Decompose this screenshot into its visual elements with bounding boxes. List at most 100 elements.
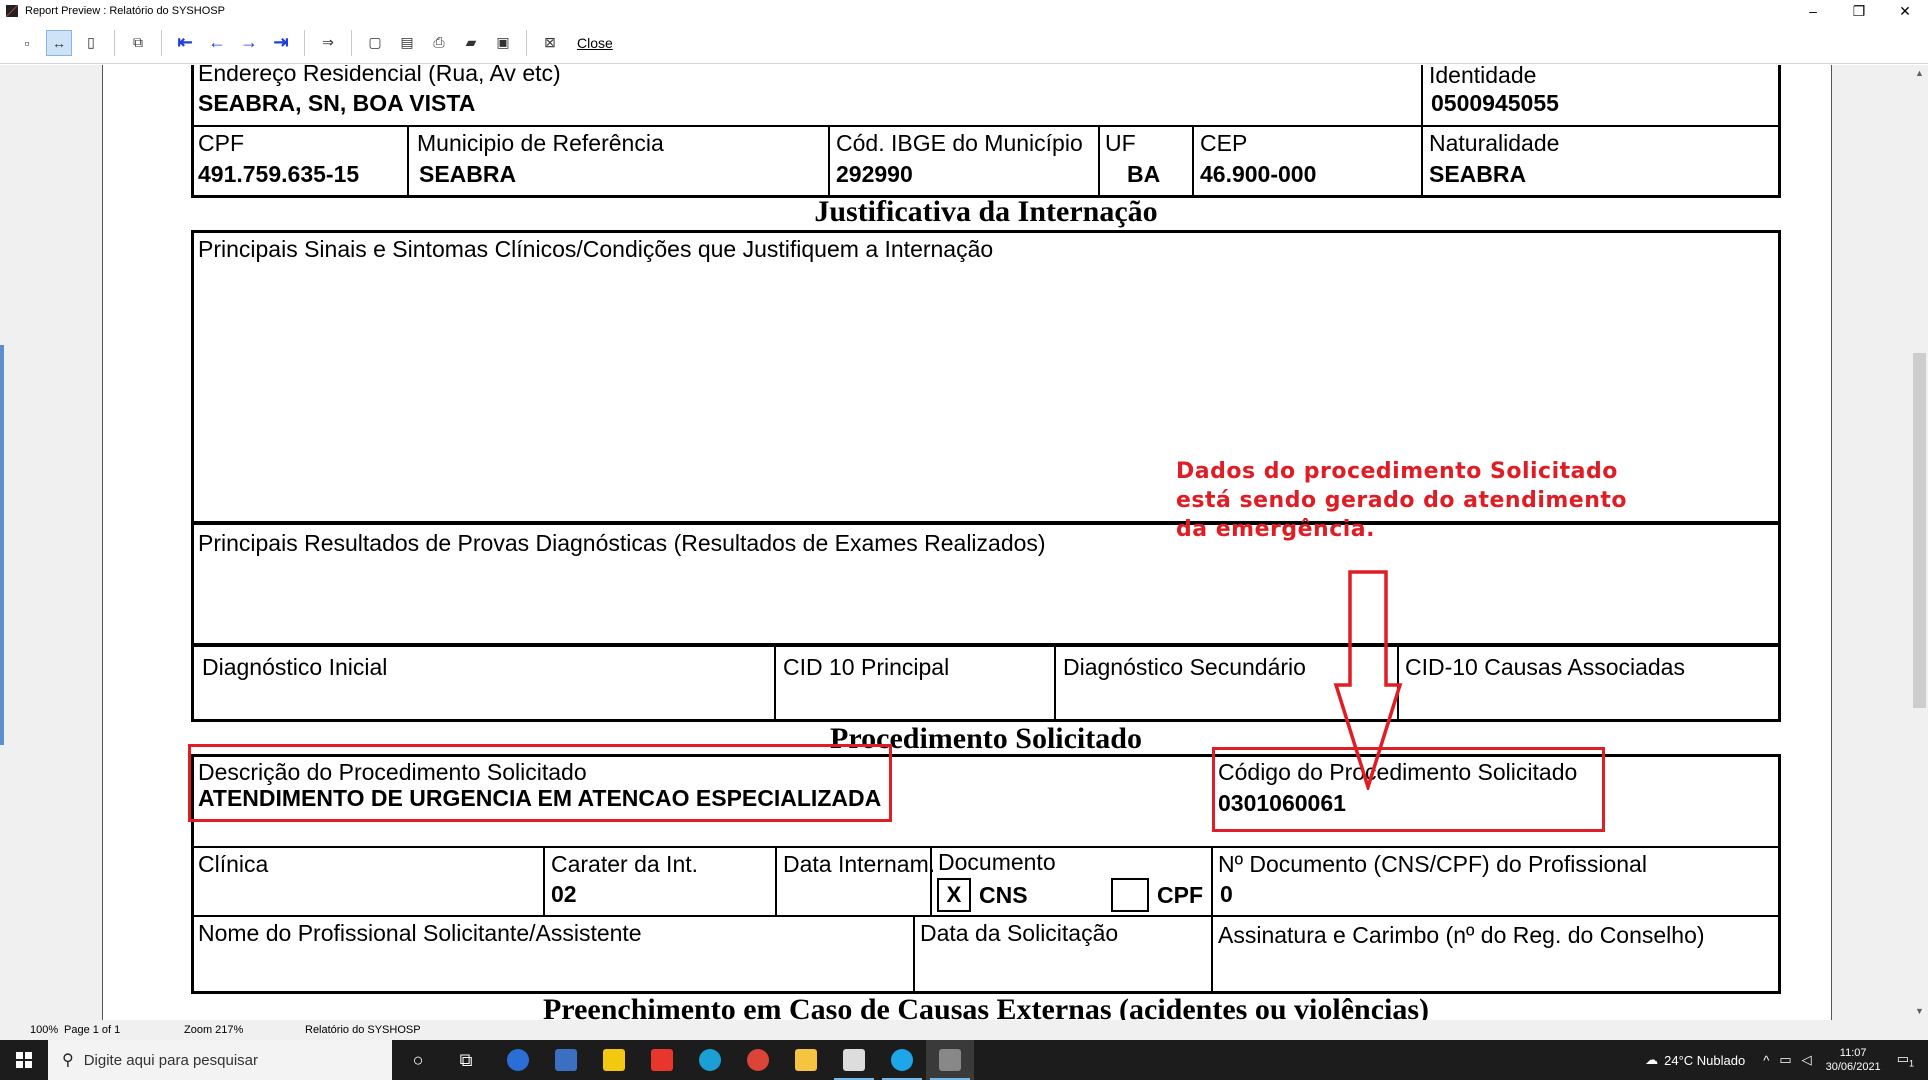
identidade-value: 0500945055: [1431, 90, 1559, 116]
restore-button[interactable]: ❐: [1836, 0, 1882, 22]
status-bar: 100% Page 1 of 1 Zoom 217% Relatório do …: [0, 1020, 1928, 1040]
highlight-descricao: [188, 744, 892, 822]
documento-label: Documento: [938, 849, 1056, 875]
start-button[interactable]: [0, 1040, 48, 1080]
naturalidade-value: SEABRA: [1429, 161, 1527, 187]
cortana-icon[interactable]: ○: [394, 1040, 442, 1080]
network-icon[interactable]: ▭: [1779, 1052, 1791, 1068]
window-controls: – ❐ ✕: [1790, 0, 1928, 22]
next-page-icon[interactable]: →: [236, 30, 262, 56]
close-button[interactable]: Close: [577, 35, 613, 51]
minimize-button[interactable]: –: [1790, 0, 1836, 22]
search-icon: ⚲: [62, 1052, 74, 1069]
endereco-label: Endereço Residencial (Rua, Av etc): [198, 65, 561, 86]
sinais-label: Principais Sinais e Sintomas Clínicos/Co…: [198, 236, 994, 262]
clock[interactable]: 11:07 30/06/2021: [1826, 1046, 1881, 1074]
syshosp-icon[interactable]: [830, 1040, 878, 1080]
scroll-up-icon[interactable]: ▲: [1911, 65, 1928, 82]
carater-value: 02: [551, 881, 577, 907]
status-zoom: Zoom 217%: [184, 1024, 244, 1036]
power-bi-icon[interactable]: [590, 1040, 638, 1080]
highlight-codigo: [1212, 747, 1605, 832]
toolbar-divider: [304, 29, 305, 56]
title-bar: Report Preview : Relatório do SYSHOSP – …: [0, 0, 1928, 22]
edge-icon[interactable]: [686, 1040, 734, 1080]
cpf-label: CPF: [198, 130, 244, 156]
toolbar: ▫ ↔ ▯ ⧉ ⇤ ← → ⇥ ⇒ ▢ ▤ ⎙ ▰ ▣ ⊠ Close: [0, 22, 1928, 64]
clinica-label: Clínica: [198, 851, 269, 877]
open-folder-icon[interactable]: ▰: [458, 30, 484, 56]
data-solicitacao-label: Data da Solicitação: [920, 920, 1119, 946]
notification-count: 1: [1908, 1058, 1914, 1069]
teamviewer-icon[interactable]: [494, 1040, 542, 1080]
print-icon[interactable]: ⎙: [426, 30, 452, 56]
doc-cpf-checkbox: [1111, 878, 1149, 912]
network-app-icon[interactable]: [542, 1040, 590, 1080]
weather-icon[interactable]: ☁: [1645, 1052, 1658, 1068]
annotation-note: Dados do procedimento Solicitado está se…: [1176, 457, 1627, 544]
cid-causas-label: CID-10 Causas Associadas: [1405, 654, 1685, 680]
single-page-icon[interactable]: ▫: [14, 30, 40, 56]
toolbar-divider: [351, 29, 352, 56]
printer-setup-icon[interactable]: ▤: [394, 30, 420, 56]
cpf-value: 491.759.635-15: [198, 161, 360, 187]
doc-cns-checkbox: X: [937, 878, 971, 912]
ibge-value: 292990: [836, 161, 913, 187]
show-hidden-icons-icon[interactable]: ^: [1763, 1053, 1769, 1068]
assinatura-label: Assinatura e Carimbo (nº do Reg. do Cons…: [1218, 922, 1705, 948]
clock-time: 11:07: [1839, 1047, 1867, 1059]
last-page-icon[interactable]: ⇥: [268, 30, 294, 56]
causas-externas-heading: Preenchimento em Caso de Causas Externas…: [542, 993, 1430, 1020]
app-icon: [5, 4, 19, 18]
diag-secundario-label: Diagnóstico Secundário: [1063, 654, 1306, 680]
multi-page-icon[interactable]: ⧉: [125, 30, 151, 56]
municipio-value: SEABRA: [419, 161, 517, 187]
profissional-label: Nome do Profissional Solicitante/Assiste…: [198, 920, 642, 946]
toolbar-divider: [526, 29, 527, 56]
page-width-icon[interactable]: ↔: [46, 29, 72, 56]
municipio-label: Municipio de Referência: [417, 130, 664, 156]
task-view-icon[interactable]: ⧉: [442, 1040, 490, 1080]
notifications-icon[interactable]: ▭1: [1897, 1051, 1914, 1069]
cep-value: 46.900-000: [1200, 161, 1317, 187]
chrome-icon[interactable]: [734, 1040, 782, 1080]
vertical-scrollbar[interactable]: ▲ ▼: [1911, 65, 1928, 1020]
annotation-line-1: Dados do procedimento Solicitado: [1176, 459, 1618, 484]
status-page: Page 1 of 1: [64, 1024, 121, 1036]
doc-cpf-label: CPF: [1157, 882, 1203, 908]
taskbar-search[interactable]: ⚲ Digite aqui para pesquisar: [48, 1040, 392, 1080]
status-zoom-percent: 100%: [30, 1024, 59, 1036]
toolbar-divider: [114, 29, 115, 56]
internet-explorer-icon[interactable]: [878, 1040, 926, 1080]
report-page: Endereço Residencial (Rua, Av etc) SEABR…: [102, 65, 1832, 1020]
new-icon[interactable]: ▢: [362, 30, 388, 56]
annotation-line-2: está sendo gerado do atendimento: [1176, 488, 1628, 513]
window-title: Report Preview : Relatório do SYSHOSP: [25, 5, 225, 17]
cep-label: CEP: [1200, 130, 1248, 156]
report-preview-icon[interactable]: [926, 1040, 974, 1080]
report-viewport[interactable]: Endereço Residencial (Rua, Av etc) SEABR…: [0, 65, 1928, 1020]
weather-text[interactable]: 24°C Nublado: [1664, 1053, 1745, 1068]
down-arrow-icon: [1333, 570, 1403, 790]
goto-page-icon[interactable]: ⇒: [315, 30, 341, 56]
exit-icon[interactable]: ⊠: [537, 30, 563, 56]
anydesk-icon[interactable]: [638, 1040, 686, 1080]
status-report-name: Relatório do SYSHOSP: [305, 1024, 421, 1036]
data-internam-label: Data Internam.: [783, 851, 936, 877]
prev-page-icon[interactable]: ←: [204, 30, 230, 56]
taskbar: ⚲ Digite aqui para pesquisar ○ ⧉ ☁ 24°C …: [0, 1040, 1928, 1080]
scroll-thumb[interactable]: [1913, 353, 1926, 708]
volume-icon[interactable]: ◁: [1802, 1052, 1812, 1068]
nro-documento-label: Nº Documento (CNS/CPF) do Profissional: [1218, 851, 1647, 877]
close-label: Close: [577, 34, 613, 51]
file-explorer-icon[interactable]: [782, 1040, 830, 1080]
clock-date: 30/06/2021: [1825, 1061, 1881, 1073]
first-page-icon[interactable]: ⇤: [172, 30, 198, 56]
toolbar-divider: [161, 29, 162, 56]
naturalidade-label: Naturalidade: [1429, 130, 1560, 156]
full-page-icon[interactable]: ▯: [78, 30, 104, 56]
doc-cns-label: CNS: [979, 882, 1028, 908]
save-disk-icon[interactable]: ▣: [490, 30, 516, 56]
close-window-button[interactable]: ✕: [1882, 0, 1928, 22]
scroll-down-icon[interactable]: ▼: [1911, 1003, 1928, 1020]
